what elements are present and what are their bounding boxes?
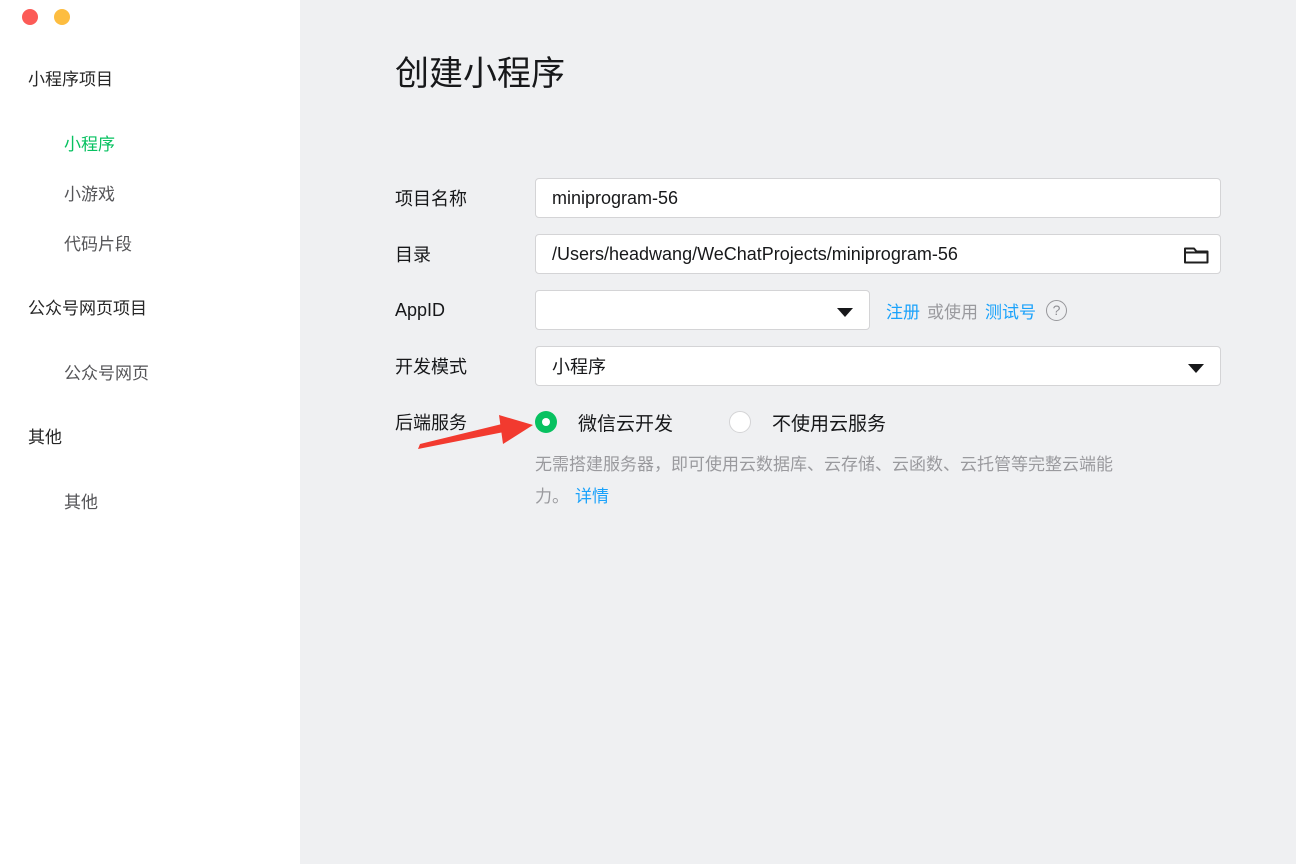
minimize-button[interactable] xyxy=(54,9,70,25)
nav-section-official-account-web-project: 公众号网页项目 xyxy=(28,299,147,318)
dev-mode-select-value: 小程序 xyxy=(552,357,606,377)
radio-unselected-icon xyxy=(729,411,752,433)
description-line2: 力。 xyxy=(535,487,569,506)
dev-mode-row: 开发模式 小程序 xyxy=(395,346,1221,386)
project-name-input[interactable] xyxy=(535,178,1221,218)
directory-label: 目录 xyxy=(395,245,431,265)
register-link[interactable]: 注册 xyxy=(886,298,920,323)
detail-link[interactable]: 详情 xyxy=(575,487,609,506)
project-type-nav: 小程序项目 小程序 小游戏 代码片段 公众号网页项目 公众号网页 其他 其他 xyxy=(0,55,300,528)
radio-wechat-cloud-dev-label: 微信云开发 xyxy=(578,413,674,435)
dev-mode-select[interactable]: 小程序 xyxy=(535,346,1221,386)
appid-help-links: 注册 或使用 测试号 ? xyxy=(886,298,1067,323)
sidebar-item-official-account-web[interactable]: 公众号网页 xyxy=(0,349,300,399)
appid-select[interactable] xyxy=(535,290,870,330)
radio-no-cloud-service-label: 不使用云服务 xyxy=(772,413,887,435)
radio-no-cloud-service[interactable]: 不使用云服务 xyxy=(729,409,886,436)
sidebar: 小程序项目 小程序 小游戏 代码片段 公众号网页项目 公众号网页 其他 其他 xyxy=(0,0,300,864)
dev-mode-label: 开发模式 xyxy=(395,357,467,377)
project-name-row: 项目名称 xyxy=(395,178,1221,218)
folder-icon xyxy=(1184,247,1209,264)
nav-section-miniprogram-project: 小程序项目 xyxy=(28,70,113,89)
backend-service-description: 无需搭建服务器，即可使用云数据库、云存储、云函数、云托管等完整云端能 力。 详情 xyxy=(535,449,1235,513)
window-controls xyxy=(0,0,300,26)
appid-row: AppID 注册 或使用 测试号 ? xyxy=(395,290,1221,330)
sidebar-item-code-snippet[interactable]: 代码片段 xyxy=(0,220,300,270)
chevron-down-icon xyxy=(837,308,853,317)
directory-row: 目录 xyxy=(395,234,1221,274)
radio-wechat-cloud-dev[interactable]: 微信云开发 xyxy=(535,409,673,436)
sidebar-item-miniprogram[interactable]: 小程序 xyxy=(0,120,300,170)
test-account-link[interactable]: 测试号 xyxy=(985,298,1036,323)
help-question-icon[interactable]: ? xyxy=(1046,299,1067,321)
radio-selected-icon xyxy=(535,411,557,433)
project-name-label: 项目名称 xyxy=(395,189,467,209)
nav-section-other: 其他 xyxy=(28,428,62,447)
or-use-text: 或使用 xyxy=(927,302,978,322)
sidebar-item-other[interactable]: 其他 xyxy=(0,478,300,528)
backend-service-options: 微信云开发 不使用云服务 xyxy=(535,409,886,436)
appid-label: AppID xyxy=(395,299,446,320)
browse-folder-button[interactable] xyxy=(1181,242,1211,266)
description-line1: 无需搭建服务器，即可使用云数据库、云存储、云函数、云托管等完整云端能 xyxy=(535,455,1113,474)
directory-input[interactable] xyxy=(535,234,1221,274)
page-title: 创建小程序 xyxy=(395,55,565,93)
create-miniprogram-panel: 创建小程序 项目名称 目录 AppID xyxy=(300,0,1296,864)
close-button[interactable] xyxy=(22,9,38,25)
backend-service-label: 后端服务 xyxy=(395,413,467,433)
backend-service-row: 后端服务 微信云开发 不使用云服务 xyxy=(395,402,1221,442)
sidebar-item-minigame[interactable]: 小游戏 xyxy=(0,170,300,220)
chevron-down-icon xyxy=(1188,364,1204,373)
create-project-form: 项目名称 目录 AppID xyxy=(395,178,1221,513)
